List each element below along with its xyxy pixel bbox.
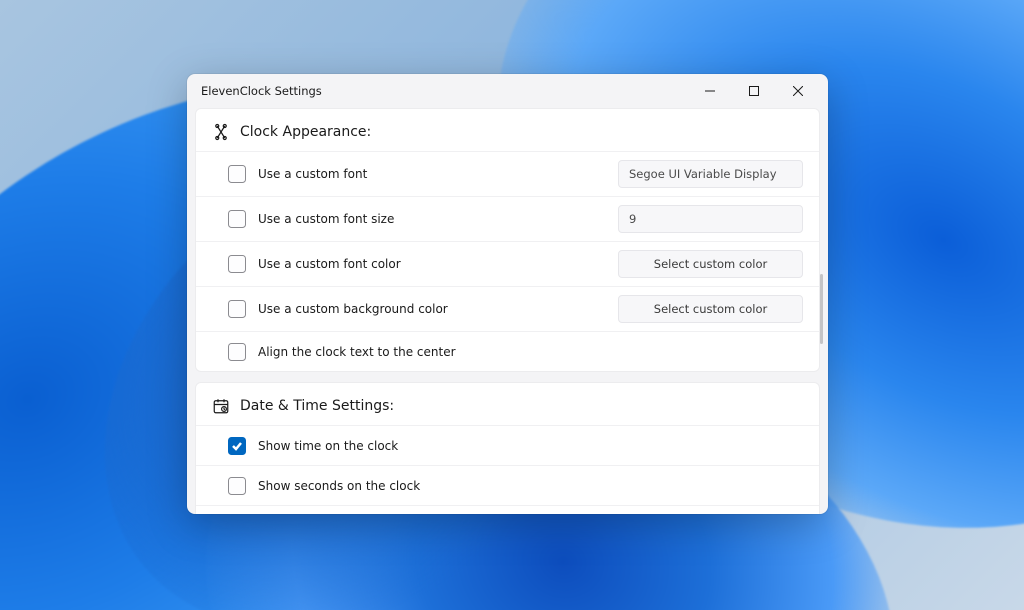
settings-window: ElevenClock Settings Clock Appearance: — [187, 74, 828, 514]
button-select-bg-color[interactable]: Select custom color — [618, 295, 803, 323]
minimize-icon — [705, 86, 715, 96]
titlebar[interactable]: ElevenClock Settings — [187, 74, 828, 108]
window-title: ElevenClock Settings — [201, 84, 322, 98]
checkbox-custom-font-size[interactable] — [228, 210, 246, 228]
section-title-appearance: Clock Appearance: — [240, 124, 371, 140]
checkbox-custom-font-color[interactable] — [228, 255, 246, 273]
label-custom-bg-color: Use a custom background color — [258, 302, 618, 316]
minimize-button[interactable] — [688, 76, 732, 106]
checkbox-custom-bg-color[interactable] — [228, 300, 246, 318]
row-custom-font: Use a custom font Segoe UI Variable Disp… — [196, 151, 819, 196]
row-custom-font-color: Use a custom font color Select custom co… — [196, 241, 819, 286]
row-show-date: Show date on the clock — [196, 505, 819, 514]
section-header-appearance: Clock Appearance: — [196, 109, 819, 151]
checkbox-custom-font[interactable] — [228, 165, 246, 183]
label-custom-font: Use a custom font — [258, 167, 618, 181]
maximize-icon — [749, 86, 759, 96]
checkbox-align-center[interactable] — [228, 343, 246, 361]
label-custom-font-size: Use a custom font size — [258, 212, 618, 226]
label-show-time: Show time on the clock — [258, 439, 803, 453]
scrollbar-thumb[interactable] — [820, 274, 823, 344]
section-date-time: Date & Time Settings: Show time on the c… — [195, 382, 820, 514]
select-custom-font[interactable]: Segoe UI Variable Display — [618, 160, 803, 188]
row-show-seconds: Show seconds on the clock — [196, 465, 819, 505]
row-custom-bg-color: Use a custom background color Select cus… — [196, 286, 819, 331]
select-custom-font-size[interactable]: 9 — [618, 205, 803, 233]
label-align-center: Align the clock text to the center — [258, 345, 803, 359]
button-select-font-color[interactable]: Select custom color — [618, 250, 803, 278]
checkbox-show-time[interactable] — [228, 437, 246, 455]
section-clock-appearance: Clock Appearance: Use a custom font Sego… — [195, 108, 820, 372]
close-icon — [793, 86, 803, 96]
row-align-center: Align the clock text to the center — [196, 331, 819, 371]
close-button[interactable] — [776, 76, 820, 106]
row-show-time: Show time on the clock — [196, 425, 819, 465]
label-custom-font-color: Use a custom font color — [258, 257, 618, 271]
section-header-datetime: Date & Time Settings: — [196, 383, 819, 425]
checkbox-show-seconds[interactable] — [228, 477, 246, 495]
label-show-seconds: Show seconds on the clock — [258, 479, 803, 493]
calendar-icon — [212, 397, 230, 415]
maximize-button[interactable] — [732, 76, 776, 106]
row-custom-font-size: Use a custom font size 9 — [196, 196, 819, 241]
section-title-datetime: Date & Time Settings: — [240, 398, 394, 414]
appearance-icon — [212, 123, 230, 141]
content-area[interactable]: Clock Appearance: Use a custom font Sego… — [187, 108, 828, 514]
